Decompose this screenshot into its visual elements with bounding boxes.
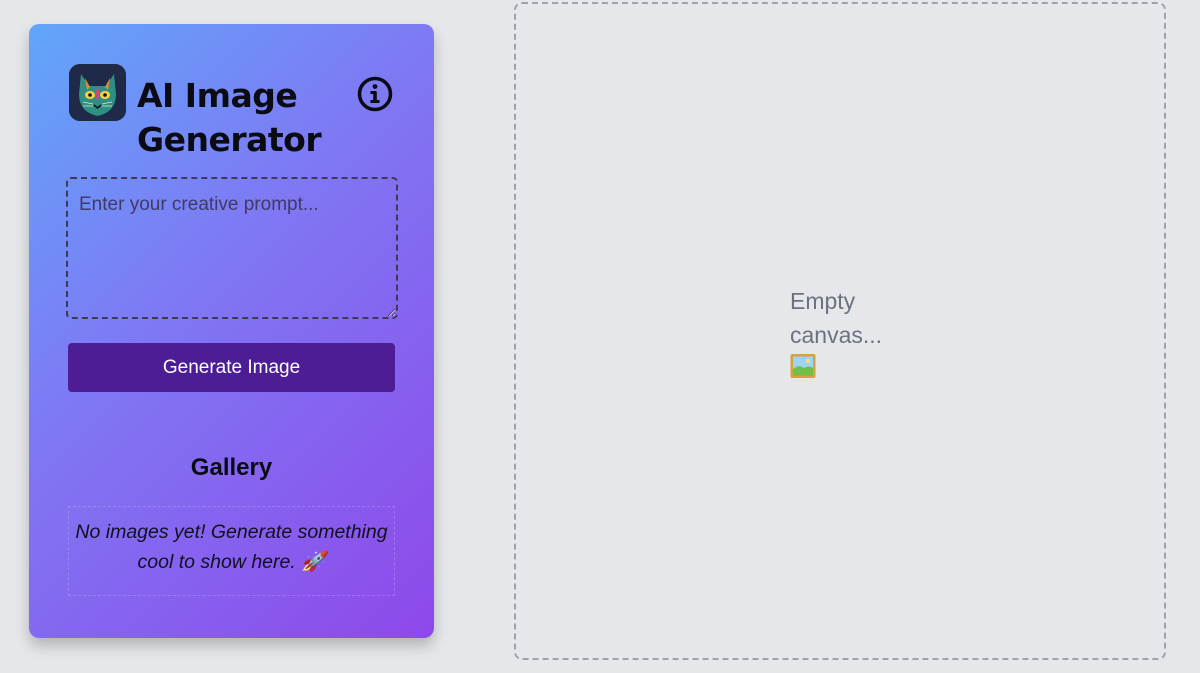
- prompt-input[interactable]: [66, 177, 398, 319]
- app-title: AI Image Generator: [137, 76, 322, 159]
- image-canvas: Empty canvas...: [514, 2, 1166, 660]
- cat-logo-icon: [69, 64, 126, 121]
- info-button[interactable]: [357, 76, 393, 112]
- gallery-empty-message: No images yet! Generate something cool t…: [68, 506, 395, 596]
- generator-panel: AI Image Generator Generate Image Galler…: [29, 24, 434, 638]
- gallery-heading: Gallery: [190, 454, 273, 481]
- info-circle-icon: [357, 76, 393, 112]
- framed-picture-icon: [790, 353, 816, 388]
- canvas-empty-message: Empty canvas...: [790, 284, 910, 388]
- canvas-empty-text: Empty canvas...: [790, 288, 883, 348]
- generate-image-button[interactable]: Generate Image: [68, 343, 395, 392]
